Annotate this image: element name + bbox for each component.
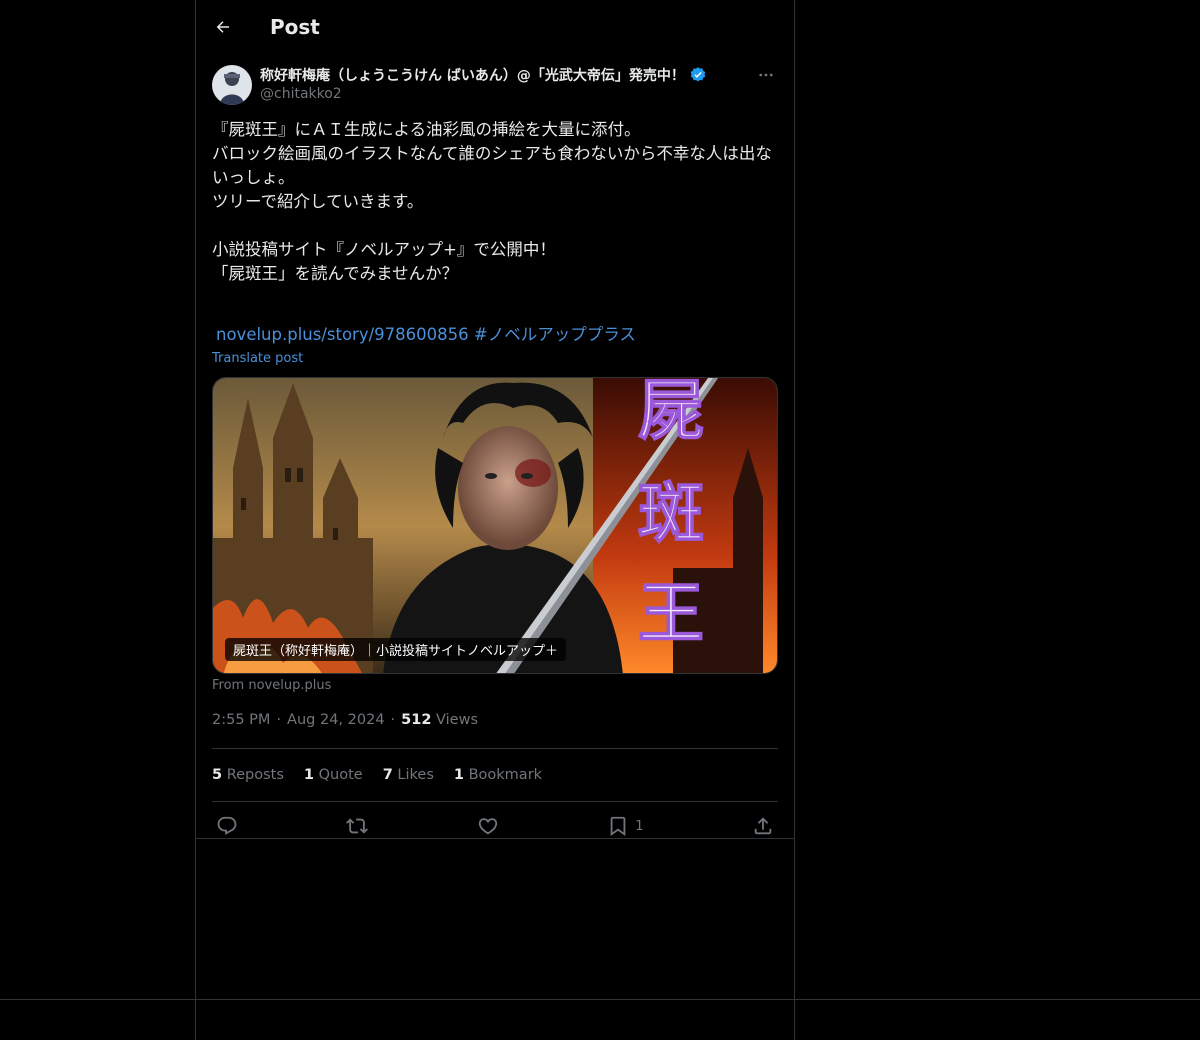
views-label: Views — [436, 712, 479, 728]
post: 称好軒梅庵（しょうこうけん ばいあん）@「光武大帝伝」発売中！ @chitakk… — [196, 65, 794, 850]
post-meta: 2:55 PM · Aug 24, 2024 · 512 Views — [212, 712, 778, 732]
bookmark-icon — [610, 816, 626, 837]
post-date[interactable]: Aug 24, 2024 — [287, 712, 385, 728]
quotes-stat[interactable]: 1 Quote — [304, 767, 363, 783]
handle[interactable]: @chitakko2 — [260, 86, 707, 102]
likes-stat[interactable]: 7 Likes — [383, 767, 434, 783]
more-icon — [759, 73, 773, 77]
action-bar: 1 — [212, 802, 778, 850]
post-time[interactable]: 2:55 PM — [212, 712, 270, 728]
avatar[interactable] — [212, 65, 252, 105]
author-row: 称好軒梅庵（しょうこうけん ばいあん）@「光武大帝伝」発売中！ @chitakk… — [212, 65, 778, 105]
card-title-glyph-3: 王 — [638, 574, 704, 652]
page-header: Post — [196, 0, 794, 53]
reply-button[interactable] — [216, 815, 238, 837]
heart-icon — [478, 818, 498, 835]
share-button[interactable] — [752, 815, 774, 837]
column-border-right — [794, 0, 795, 1040]
story-link[interactable]: novelup.plus/story/978600856 — [216, 325, 469, 344]
card-image: 屍 斑 王 — [213, 378, 777, 673]
arrow-left-icon — [216, 20, 229, 33]
hashtag-link[interactable]: #ノベルアッププラス — [474, 325, 636, 344]
name-line: 称好軒梅庵（しょうこうけん ばいあん）@「光武大帝伝」発売中！ — [260, 65, 707, 85]
display-name[interactable]: 称好軒梅庵（しょうこうけん ばいあん）@「光武大帝伝」発売中！ — [260, 65, 685, 85]
page-title: Post — [270, 14, 320, 39]
back-button[interactable] — [212, 16, 234, 38]
avatar-image — [212, 65, 252, 105]
card-title-glyph-1: 屍 — [638, 378, 704, 449]
post-bottom-border — [196, 838, 794, 839]
separator-dot: · — [390, 712, 396, 728]
reply-icon — [217, 816, 237, 835]
engagement-stats: 5 Reposts 1 Quote 7 Likes 1 Bookmark — [212, 749, 778, 801]
card-caption: 屍斑王（称好軒梅庵）｜小説投稿サイトノベルアップ＋ — [225, 638, 567, 661]
bookmark-count: 1 — [635, 818, 644, 834]
repost-icon — [346, 818, 369, 834]
author-meta: 称好軒梅庵（しょうこうけん ばいあん）@「光武大帝伝」発売中！ @chitakk… — [260, 65, 707, 102]
share-icon — [754, 817, 772, 835]
link-line: novelup.plus/story/978600856 #ノベルアッププラス — [212, 323, 778, 347]
bookmarks-stat[interactable]: 1 Bookmark — [454, 767, 542, 783]
post-column: Post 称好軒梅庵（しょうこうけん ばいあん）@「光武大帝伝」発売中！ @ch… — [196, 0, 794, 850]
repost-button[interactable] — [346, 815, 369, 837]
bottom-border — [0, 999, 1200, 1000]
translate-post-link[interactable]: Translate post — [212, 351, 303, 366]
tweet-text-spacer: ​ — [212, 299, 778, 323]
reposts-stat[interactable]: 5 Reposts — [212, 767, 284, 783]
tweet-text: 『屍斑王』にＡＩ生成による油彩風の挿絵を大量に添付。 バロック絵画風のイラストな… — [212, 120, 772, 283]
views-count: 512 — [401, 712, 432, 728]
more-options-button[interactable] — [754, 65, 778, 85]
link-card[interactable]: 屍 斑 王 屍斑王（称好軒梅庵）｜小説投稿サイトノベルアップ＋ — [212, 377, 778, 674]
bookmark-button[interactable]: 1 — [607, 815, 644, 837]
card-title-glyph-2: 斑 — [638, 474, 704, 552]
separator-dot: · — [276, 712, 282, 728]
card-source[interactable]: From novelup.plus — [212, 678, 331, 693]
like-button[interactable] — [477, 815, 499, 837]
verified-badge-icon — [690, 67, 706, 82]
